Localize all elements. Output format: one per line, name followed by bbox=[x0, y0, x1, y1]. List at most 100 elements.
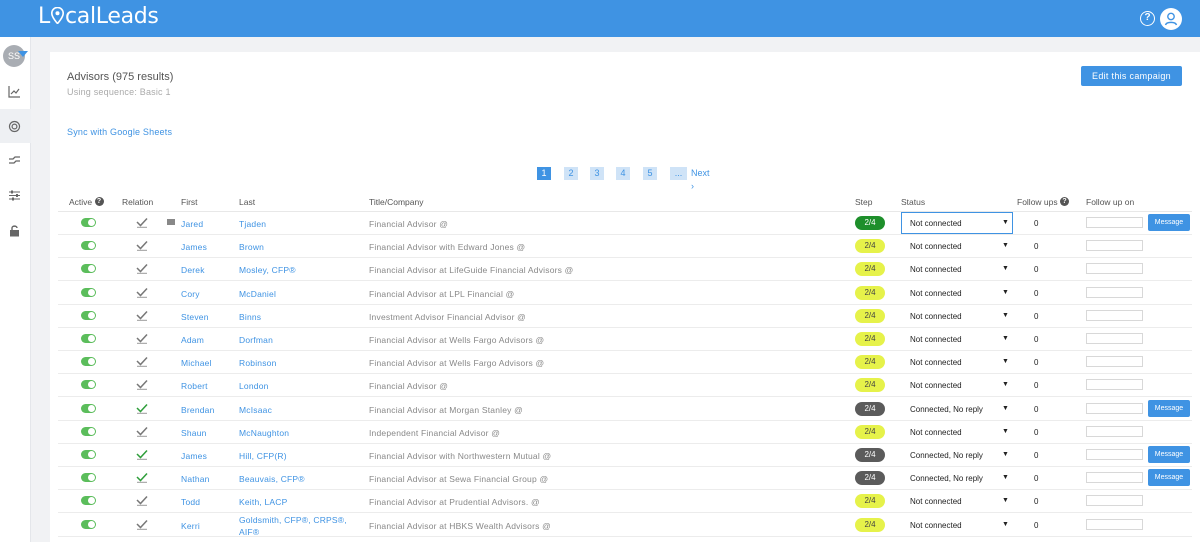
sync-google-sheets-link[interactable]: Sync with Google Sheets bbox=[67, 127, 172, 137]
active-toggle[interactable] bbox=[81, 264, 96, 274]
status-select[interactable]: Not connected bbox=[910, 289, 962, 298]
last-name-link[interactable]: McNaughton bbox=[239, 428, 289, 438]
active-toggle[interactable] bbox=[81, 310, 96, 320]
last-name-link[interactable]: Dorfman bbox=[239, 335, 273, 345]
col-last-header[interactable]: Last bbox=[239, 197, 255, 207]
last-name-link[interactable]: Brown bbox=[239, 242, 264, 252]
followup-date-input[interactable] bbox=[1086, 402, 1143, 414]
status-select[interactable]: Not connected bbox=[910, 312, 962, 321]
followup-date-input[interactable] bbox=[1086, 286, 1143, 298]
page-1[interactable]: 1 bbox=[537, 167, 551, 180]
chevron-down-icon[interactable]: ▼ bbox=[1002, 312, 1009, 319]
active-toggle[interactable] bbox=[81, 334, 96, 343]
chevron-down-icon[interactable]: ▼ bbox=[1002, 219, 1009, 226]
last-name-link[interactable]: London bbox=[239, 381, 269, 391]
message-button[interactable]: Message bbox=[1148, 399, 1190, 417]
help-icon[interactable]: ? bbox=[1140, 11, 1155, 26]
page-3[interactable]: 3 bbox=[590, 167, 604, 180]
chevron-down-icon[interactable]: ▼ bbox=[1002, 265, 1009, 272]
status-select[interactable]: Not connected bbox=[910, 497, 962, 506]
user-account-icon[interactable] bbox=[1160, 8, 1182, 30]
followup-date-input[interactable] bbox=[1086, 263, 1143, 275]
col-step-header[interactable]: Step bbox=[855, 197, 873, 207]
page-ellipsis[interactable]: ... bbox=[670, 167, 687, 180]
message-button[interactable]: Message bbox=[1148, 214, 1190, 231]
message-button[interactable]: Message bbox=[1148, 469, 1190, 487]
help-icon[interactable]: ? bbox=[1060, 197, 1070, 206]
followup-date-input[interactable] bbox=[1086, 309, 1143, 321]
first-name-link[interactable]: Adam bbox=[181, 335, 204, 345]
followup-date-input[interactable] bbox=[1086, 472, 1143, 484]
status-select[interactable]: Not connected bbox=[910, 521, 962, 530]
last-name-link[interactable]: McIsaac bbox=[239, 405, 272, 415]
followup-date-input[interactable] bbox=[1086, 449, 1143, 460]
status-select[interactable]: Not connected bbox=[910, 428, 962, 437]
active-toggle[interactable] bbox=[81, 450, 96, 459]
last-name-link[interactable]: Keith, LACP bbox=[239, 497, 288, 507]
followup-date-input[interactable] bbox=[1086, 495, 1143, 507]
first-name-link[interactable]: Shaun bbox=[181, 428, 207, 438]
active-toggle[interactable] bbox=[81, 473, 96, 483]
chevron-down-icon[interactable]: ▼ bbox=[1002, 381, 1009, 388]
last-name-link[interactable]: Robinson bbox=[239, 358, 277, 368]
analytics-chart-icon[interactable] bbox=[8, 85, 21, 98]
followup-date-input[interactable] bbox=[1086, 518, 1143, 530]
chevron-down-icon[interactable]: ▼ bbox=[1002, 405, 1009, 412]
first-name-link[interactable]: Kerri bbox=[181, 521, 200, 531]
active-toggle[interactable] bbox=[81, 357, 96, 367]
status-select[interactable]: Connected, No reply bbox=[910, 451, 983, 460]
chevron-down-icon[interactable]: ▼ bbox=[1002, 451, 1009, 458]
first-name-link[interactable]: Cory bbox=[181, 289, 200, 299]
page-4[interactable]: 4 bbox=[616, 167, 630, 180]
chevron-down-icon[interactable]: ▼ bbox=[1002, 289, 1009, 296]
chevron-down-icon[interactable]: ▼ bbox=[1002, 497, 1009, 504]
sliders-icon[interactable] bbox=[8, 189, 21, 202]
last-name-link[interactable]: Binns bbox=[239, 312, 261, 322]
followup-date-input[interactable] bbox=[1086, 333, 1143, 344]
first-name-link[interactable]: Michael bbox=[181, 358, 212, 368]
message-button[interactable]: Message bbox=[1148, 446, 1190, 463]
last-name-link[interactable]: Hill, CFP(R) bbox=[239, 451, 287, 461]
first-name-link[interactable]: Brendan bbox=[181, 405, 215, 415]
status-select[interactable]: Not connected bbox=[910, 242, 962, 251]
chevron-down-icon[interactable]: ▼ bbox=[1002, 428, 1009, 435]
page-5[interactable]: 5 bbox=[643, 167, 657, 180]
last-name-link[interactable]: Mosley, CFP® bbox=[239, 265, 296, 275]
chevron-down-icon[interactable]: ▼ bbox=[1002, 521, 1009, 528]
active-toggle[interactable] bbox=[81, 519, 96, 529]
followup-date-input[interactable] bbox=[1086, 425, 1143, 437]
last-name-link[interactable]: Goldsmith, CFP®, CRPS®, bbox=[239, 515, 347, 525]
col-title-header[interactable]: Title/Company bbox=[369, 197, 423, 207]
active-toggle[interactable] bbox=[81, 218, 96, 227]
last-name-link[interactable]: McDaniel bbox=[239, 289, 276, 299]
col-status-header[interactable]: Status bbox=[901, 197, 925, 207]
status-select[interactable]: Connected, No reply bbox=[910, 474, 983, 483]
active-toggle[interactable] bbox=[81, 287, 96, 297]
first-name-link[interactable]: Nathan bbox=[181, 474, 210, 484]
target-icon[interactable] bbox=[8, 120, 21, 133]
chevron-down-icon[interactable]: ▼ bbox=[1002, 474, 1009, 481]
first-name-link[interactable]: Robert bbox=[181, 381, 208, 391]
first-name-link[interactable]: Derek bbox=[181, 265, 205, 275]
followup-date-input[interactable] bbox=[1086, 217, 1143, 228]
status-select[interactable]: Not connected bbox=[910, 335, 962, 344]
first-name-link[interactable]: Steven bbox=[181, 312, 209, 322]
first-name-link[interactable]: James bbox=[181, 242, 207, 252]
first-name-link[interactable]: James bbox=[181, 451, 207, 461]
status-select[interactable]: Connected, No reply bbox=[910, 405, 983, 414]
active-toggle[interactable] bbox=[81, 241, 96, 251]
last-name-link[interactable]: Beauvais, CFP® bbox=[239, 474, 305, 484]
active-toggle[interactable] bbox=[81, 426, 96, 436]
page-2[interactable]: 2 bbox=[564, 167, 578, 180]
mail-icon[interactable] bbox=[167, 219, 175, 225]
followup-date-input[interactable] bbox=[1086, 356, 1143, 368]
status-select[interactable]: Not connected bbox=[910, 265, 962, 274]
col-first-header[interactable]: First bbox=[181, 197, 198, 207]
avatar-caret-icon[interactable] bbox=[18, 51, 28, 57]
chevron-down-icon[interactable]: ▼ bbox=[1002, 335, 1009, 342]
status-select[interactable]: Not connected bbox=[910, 381, 962, 390]
status-select[interactable]: Not connected bbox=[910, 219, 962, 228]
help-icon[interactable]: ? bbox=[94, 197, 104, 206]
first-name-link[interactable]: Jared bbox=[181, 219, 203, 229]
last-name-link[interactable]: Tjaden bbox=[239, 219, 266, 229]
